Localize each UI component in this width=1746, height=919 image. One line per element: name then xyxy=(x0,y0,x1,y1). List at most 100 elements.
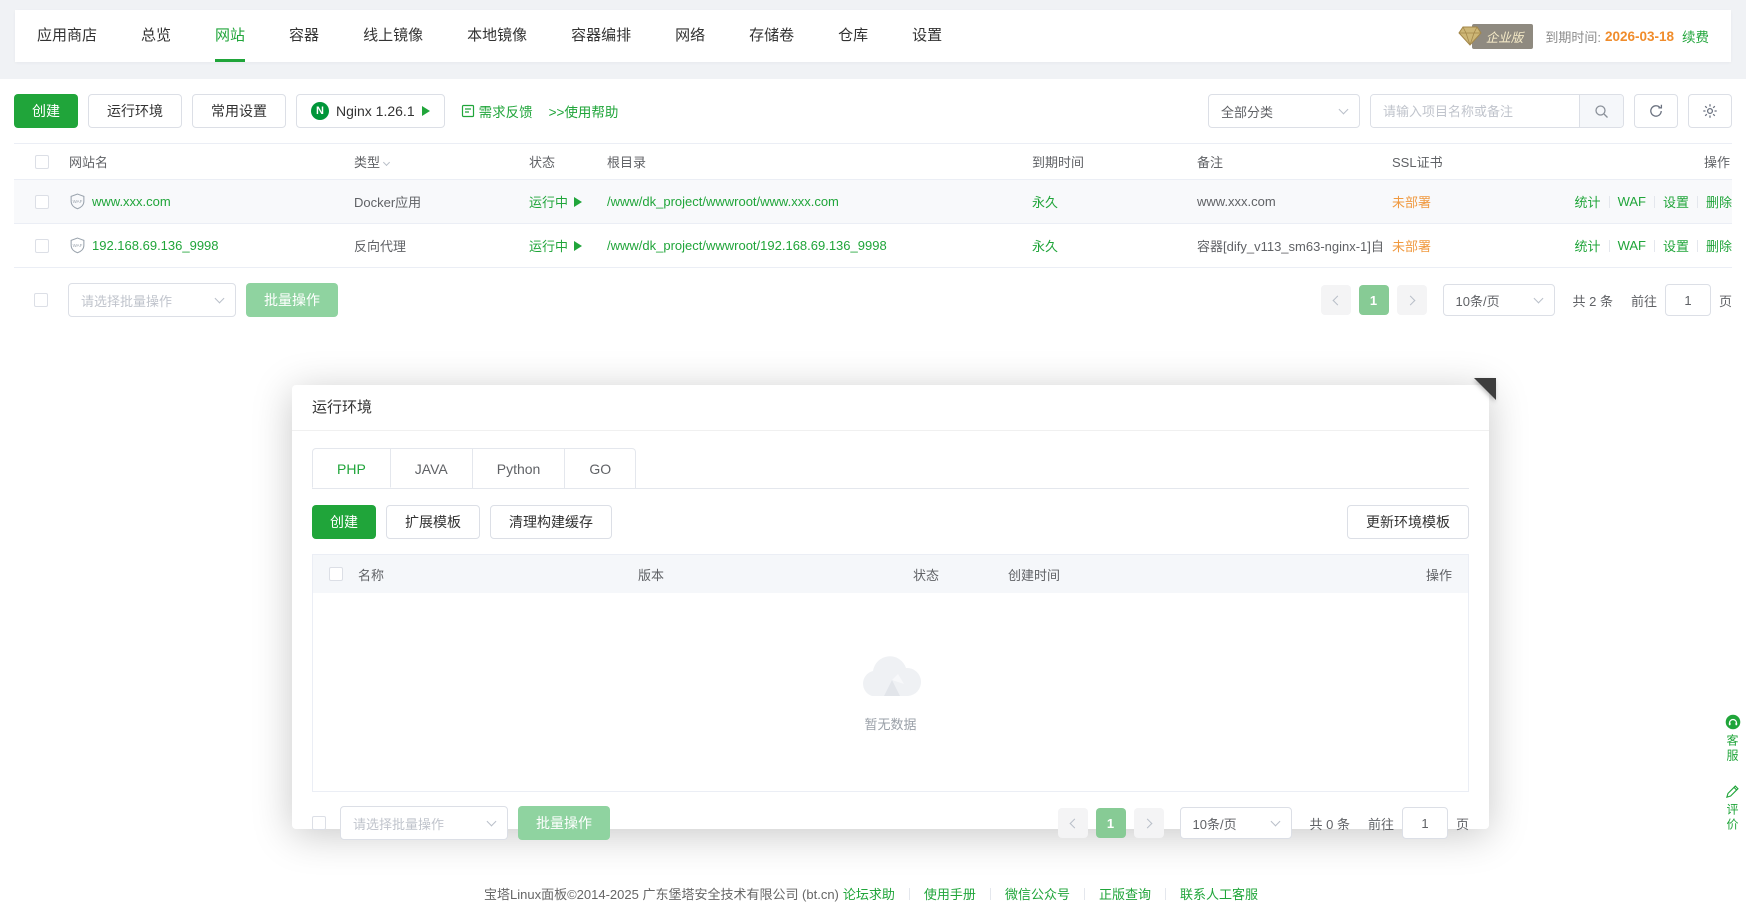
site-name-link[interactable]: www.xxx.com xyxy=(92,194,171,209)
feedback-link[interactable]: 需求反馈 xyxy=(461,101,533,121)
site-root-link[interactable]: /www/dk_project/wwwroot/www.xxx.com xyxy=(607,194,839,209)
settings-link[interactable]: 设置 xyxy=(1663,192,1689,211)
footer-link-forum[interactable]: 论坛求助 xyxy=(843,884,895,903)
batch-select-all-checkbox[interactable] xyxy=(34,293,48,307)
search-input[interactable] xyxy=(1371,95,1579,127)
nav-item-compose[interactable]: 容器编排 xyxy=(571,10,631,62)
modal-corner-fold-close[interactable] xyxy=(1474,378,1496,400)
footer-link-wechat[interactable]: 微信公众号 xyxy=(1005,884,1070,903)
separator xyxy=(990,888,991,900)
env-select-all-checkbox[interactable] xyxy=(329,567,343,581)
feedback-icon xyxy=(461,104,475,118)
env-prev-page-button[interactable] xyxy=(1058,808,1088,838)
tab-java[interactable]: JAVA xyxy=(391,448,473,488)
row-checkbox[interactable] xyxy=(35,239,49,253)
webserver-button[interactable]: N Nginx 1.26.1 xyxy=(296,94,445,128)
category-filter-select[interactable]: 全部分类 xyxy=(1208,94,1360,128)
extend-template-button[interactable]: 扩展模板 xyxy=(386,505,480,539)
nav-item-network[interactable]: 网络 xyxy=(675,10,705,62)
footer-link-manual[interactable]: 使用手册 xyxy=(924,884,976,903)
nav-item-local-images[interactable]: 本地镜像 xyxy=(467,10,527,62)
refresh-button[interactable] xyxy=(1634,94,1678,128)
col-type[interactable]: 类型 xyxy=(354,152,529,171)
waf-shield-icon: WAF xyxy=(69,193,86,210)
column-settings-button[interactable] xyxy=(1688,94,1732,128)
col-status: 状态 xyxy=(529,152,607,171)
runtime-env-button[interactable]: 运行环境 xyxy=(88,94,182,128)
side-widgets: 客服 评价 xyxy=(1724,714,1741,833)
ssl-status[interactable]: 未部署 xyxy=(1392,195,1431,210)
search-button[interactable] xyxy=(1579,95,1623,127)
modal-title: 运行环境 xyxy=(292,385,1489,431)
delete-link[interactable]: 删除 xyxy=(1706,192,1732,211)
common-settings-button[interactable]: 常用设置 xyxy=(192,94,286,128)
site-name-link[interactable]: 192.168.69.136_9998 xyxy=(92,238,219,253)
webserver-label: Nginx 1.26.1 xyxy=(336,103,415,119)
page-1-button[interactable]: 1 xyxy=(1359,285,1389,315)
top-nav: 应用商店 总览 网站 容器 线上镜像 本地镜像 容器编排 网络 存储卷 仓库 设… xyxy=(15,10,1731,62)
env-goto-page-input[interactable] xyxy=(1402,807,1448,839)
toolbar-right: 全部分类 xyxy=(1208,94,1732,128)
ssl-status[interactable]: 未部署 xyxy=(1392,239,1431,254)
row-checkbox[interactable] xyxy=(35,195,49,209)
site-root-link[interactable]: /www/dk_project/wwwroot/192.168.69.136_9… xyxy=(607,238,887,253)
col-root: 根目录 xyxy=(607,152,1032,171)
nav-item-settings[interactable]: 设置 xyxy=(912,10,942,62)
create-site-button[interactable]: 创建 xyxy=(14,94,78,128)
nav-item-website[interactable]: 网站 xyxy=(215,10,245,62)
nav-item-volumes[interactable]: 存储卷 xyxy=(749,10,794,62)
tab-go[interactable]: GO xyxy=(565,448,636,488)
filter-caret-icon xyxy=(383,159,390,166)
env-page-size-select[interactable]: 10条/页 xyxy=(1180,807,1292,839)
stats-link[interactable]: 统计 xyxy=(1575,192,1601,211)
renew-link[interactable]: 续费 xyxy=(1682,26,1709,46)
review-widget[interactable]: 评价 xyxy=(1724,784,1741,833)
env-page-1-button[interactable]: 1 xyxy=(1096,808,1126,838)
prev-page-button[interactable] xyxy=(1321,285,1351,315)
modal-actions: 创建 扩展模板 清理构建缓存 更新环境模板 xyxy=(312,505,1469,539)
site-remark[interactable]: 容器[dify_v113_sm63-nginx-1]自 xyxy=(1197,236,1392,255)
col-env-name: 名称 xyxy=(358,565,638,584)
goto-page-input[interactable] xyxy=(1665,284,1711,316)
nav-item-overview[interactable]: 总览 xyxy=(141,10,171,62)
table-row: WAF 192.168.69.136_9998 反向代理 运行中 /www/dk… xyxy=(14,224,1732,268)
copyright-text: 宝塔Linux面板©2014-2025 广东堡塔安全技术有限公司 (bt.cn) xyxy=(484,884,839,903)
separator xyxy=(1697,240,1698,252)
tab-php[interactable]: PHP xyxy=(312,448,391,488)
create-env-button[interactable]: 创建 xyxy=(312,505,376,539)
waf-link[interactable]: WAF xyxy=(1618,194,1646,209)
total-count: 共 2 条 xyxy=(1573,291,1613,310)
env-next-page-button[interactable] xyxy=(1134,808,1164,838)
site-remark[interactable]: www.xxx.com xyxy=(1197,194,1392,209)
nav-item-container[interactable]: 容器 xyxy=(289,10,319,62)
delete-link[interactable]: 删除 xyxy=(1706,236,1732,255)
tab-python[interactable]: Python xyxy=(473,448,566,488)
settings-link[interactable]: 设置 xyxy=(1663,236,1689,255)
select-all-checkbox[interactable] xyxy=(35,155,49,169)
env-batch-select-all-checkbox[interactable] xyxy=(312,816,326,830)
env-batch-action-select[interactable]: 请选择批量操作 xyxy=(340,806,508,840)
batch-apply-button[interactable]: 批量操作 xyxy=(246,283,338,317)
batch-action-select[interactable]: 请选择批量操作 xyxy=(68,283,236,317)
nav-item-app-store[interactable]: 应用商店 xyxy=(37,10,97,62)
waf-link[interactable]: WAF xyxy=(1618,238,1646,253)
nav-item-online-images[interactable]: 线上镜像 xyxy=(363,10,423,62)
site-status[interactable]: 运行中 xyxy=(529,192,568,211)
separator xyxy=(1654,240,1655,252)
help-link[interactable]: >>使用帮助 xyxy=(549,101,619,121)
footer-link-support[interactable]: 联系人工客服 xyxy=(1180,884,1258,903)
clean-build-cache-button[interactable]: 清理构建缓存 xyxy=(490,505,612,539)
pagination: 1 10条/页 共 2 条 前往 页 xyxy=(1321,284,1733,316)
update-env-template-button[interactable]: 更新环境模板 xyxy=(1347,505,1469,539)
search-box xyxy=(1370,94,1624,128)
env-batch-apply-button[interactable]: 批量操作 xyxy=(518,806,610,840)
page-size-select[interactable]: 10条/页 xyxy=(1443,284,1555,316)
stats-link[interactable]: 统计 xyxy=(1575,236,1601,255)
customer-service-widget[interactable]: 客服 xyxy=(1724,714,1741,764)
site-status[interactable]: 运行中 xyxy=(529,236,568,255)
next-page-button[interactable] xyxy=(1397,285,1427,315)
table-row: WAF www.xxx.com Docker应用 运行中 /www/dk_pro… xyxy=(14,180,1732,224)
pencil-icon xyxy=(1725,784,1740,799)
nav-item-registry[interactable]: 仓库 xyxy=(838,10,868,62)
footer-link-genuine[interactable]: 正版查询 xyxy=(1099,884,1151,903)
